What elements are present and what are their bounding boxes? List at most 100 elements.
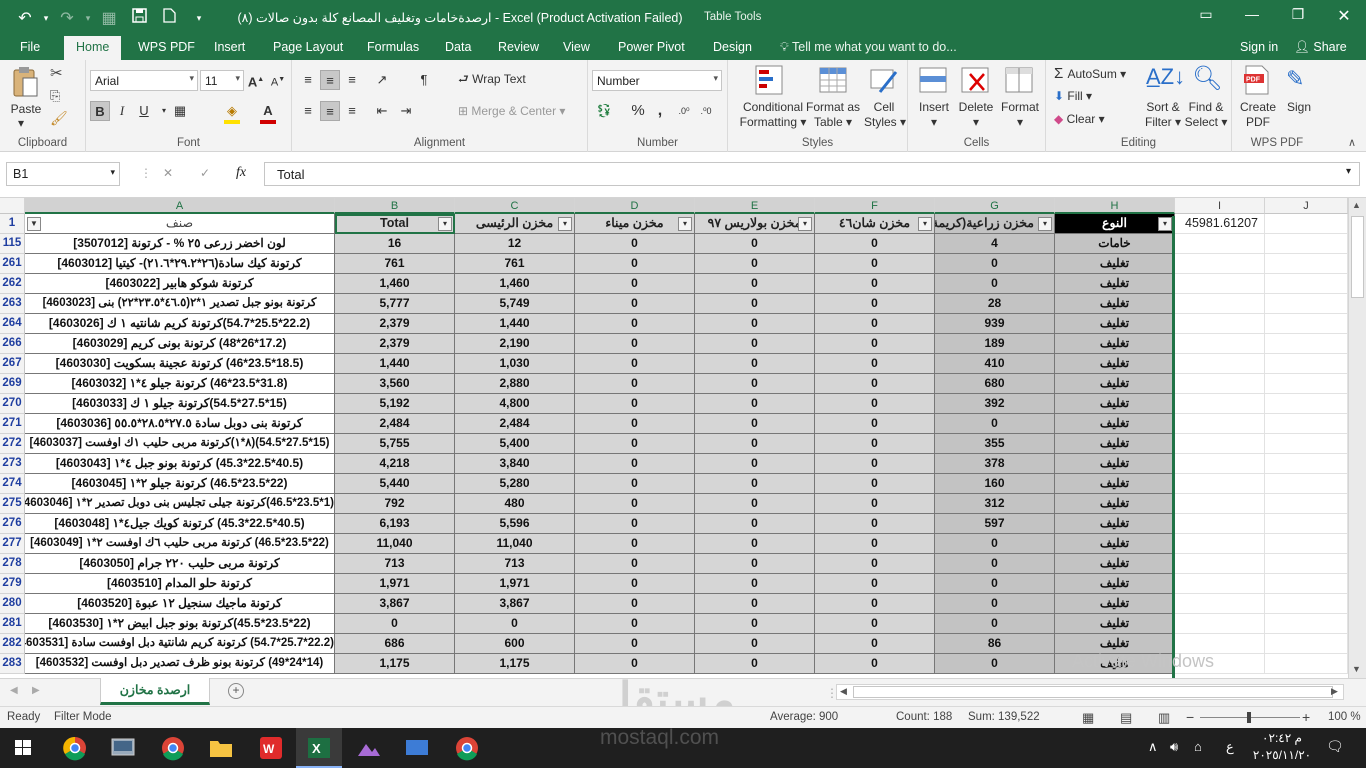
column-header-j[interactable]: J: [1265, 198, 1348, 214]
table-cell-e[interactable]: 0: [695, 474, 815, 494]
table-cell-c[interactable]: 1,460: [455, 274, 575, 294]
restore-button[interactable]: ❐: [1284, 6, 1312, 30]
table-cell-g[interactable]: 0: [935, 414, 1055, 434]
table-cell-h[interactable]: تغليف: [1055, 474, 1175, 494]
table-cell-b[interactable]: 5,777: [335, 294, 455, 314]
table-cell-b[interactable]: 2,379: [335, 334, 455, 354]
table-cell-e[interactable]: 0: [695, 514, 815, 534]
clear-button[interactable]: ◆ Clear ▾: [1054, 112, 1105, 127]
filter-dropdown-icon[interactable]: ▾: [918, 217, 932, 231]
table-header-d[interactable]: مخزن ميناء ▾: [575, 214, 695, 234]
decrease-decimal-icon[interactable]: .⁰0: [696, 101, 716, 121]
table-cell-g[interactable]: 0: [935, 574, 1055, 594]
zoom-out-icon[interactable]: −: [1186, 709, 1194, 725]
table-cell-j[interactable]: [1265, 634, 1348, 654]
item-name-cell[interactable]: (18.5*23.5*46) كرتونة عجينة بسكويت [4603…: [25, 354, 335, 374]
table-cell-c[interactable]: 2,190: [455, 334, 575, 354]
table-cell-f[interactable]: 0: [815, 274, 935, 294]
item-name-cell[interactable]: (22.2*25.5*54.7)كرتونة كريم شانتيه ١ ك […: [25, 314, 335, 334]
control-panel-icon[interactable]: [100, 728, 146, 768]
merge-center-button[interactable]: ⊞ Merge & Center ▾: [458, 104, 565, 119]
item-name-cell[interactable]: (17.2*26*48) كرتونة بونى كريم [4603029]: [25, 334, 335, 354]
table-cell-h[interactable]: تغليف: [1055, 394, 1175, 414]
font-size-combo[interactable]: 11 ▾: [200, 70, 244, 91]
item-name-cell[interactable]: (40.5*22.5*45.3) كرتونة بونو جبل ٤*١ [46…: [25, 454, 335, 474]
table-cell-c[interactable]: 761: [455, 254, 575, 274]
table-cell-g[interactable]: 0: [935, 654, 1055, 674]
table-cell-i[interactable]: [1175, 274, 1265, 294]
table-cell-e[interactable]: 0: [695, 414, 815, 434]
table-cell-d[interactable]: 0: [575, 514, 695, 534]
align-top-icon[interactable]: ≡: [298, 70, 318, 90]
vertical-scroll-thumb[interactable]: [1351, 216, 1364, 298]
table-cell-f[interactable]: 0: [815, 234, 935, 254]
table-cell-i[interactable]: [1175, 594, 1265, 614]
item-name-cell[interactable]: كرتونة ماجيك سنجيل ١٢ عبوة [4603520]: [25, 594, 335, 614]
table-header-f[interactable]: مخزن شان٤٦ ▾: [815, 214, 935, 234]
table-cell-h[interactable]: تغليف: [1055, 334, 1175, 354]
item-name-cell[interactable]: (31.8*23.5*46) كرتونة جيلو ٤*١ [4603032]: [25, 374, 335, 394]
align-middle-icon[interactable]: ≡: [320, 70, 340, 90]
table-cell-j[interactable]: [1265, 654, 1348, 674]
row-header[interactable]: 261: [0, 254, 25, 274]
table-cell-i[interactable]: [1175, 334, 1265, 354]
table-cell-b[interactable]: 5,192: [335, 394, 455, 414]
table-cell-e[interactable]: 0: [695, 454, 815, 474]
save-icon[interactable]: [124, 8, 154, 28]
format-as-table-icon[interactable]: [818, 64, 848, 99]
tab-data[interactable]: Data: [445, 40, 471, 54]
sort-filter-icon[interactable]: A̲Z↓: [1146, 64, 1185, 90]
table-cell-g[interactable]: 0: [935, 534, 1055, 554]
close-button[interactable]: ✕: [1330, 6, 1358, 30]
chrome-icon[interactable]: [52, 728, 98, 768]
table-cell-i[interactable]: [1175, 234, 1265, 254]
table-cell-f[interactable]: 0: [815, 654, 935, 674]
table-cell-h[interactable]: تغليف: [1055, 594, 1175, 614]
create-pdf-button[interactable]: Create PDF: [1238, 100, 1278, 130]
table-cell-b[interactable]: 2,484: [335, 414, 455, 434]
table-cell-j[interactable]: [1265, 474, 1348, 494]
clock-time[interactable]: م ٠٢:٤٢: [1254, 731, 1310, 745]
table-cell-h[interactable]: تغليف: [1055, 494, 1175, 514]
table-cell-h[interactable]: تغليف: [1055, 614, 1175, 634]
start-button[interactable]: [0, 728, 46, 768]
table-cell-j[interactable]: [1265, 314, 1348, 334]
table-cell-c[interactable]: 1,030: [455, 354, 575, 374]
row-header[interactable]: 271: [0, 414, 25, 434]
sort-filter-button[interactable]: Sort & Filter ▾: [1142, 100, 1184, 130]
font-name-combo[interactable]: Arial ▾: [90, 70, 198, 91]
table-header-a[interactable]: صنف ▼: [25, 214, 335, 234]
table-cell-b[interactable]: 1,460: [335, 274, 455, 294]
table-cell-b[interactable]: 0: [335, 614, 455, 634]
table-cell-e[interactable]: 0: [695, 354, 815, 374]
cell-b1-selected[interactable]: Total ▾: [335, 214, 455, 234]
table-cell-i[interactable]: [1175, 314, 1265, 334]
table-cell-g[interactable]: 160: [935, 474, 1055, 494]
increase-indent-icon[interactable]: ⇥: [396, 101, 416, 121]
row-header[interactable]: 270: [0, 394, 25, 414]
table-cell-c[interactable]: 4,800: [455, 394, 575, 414]
scroll-right-icon[interactable]: ▶: [1331, 686, 1338, 697]
column-header-a[interactable]: A: [25, 198, 335, 214]
next-sheet-icon[interactable]: ▶: [32, 685, 40, 696]
create-pdf-icon[interactable]: PDF: [1242, 64, 1272, 99]
name-box[interactable]: B1 ▾: [6, 162, 120, 186]
collapse-ribbon-icon[interactable]: ∧: [1348, 136, 1356, 149]
table-cell-h[interactable]: تغليف: [1055, 634, 1175, 654]
table-cell-h[interactable]: تغليف: [1055, 514, 1175, 534]
autosum-button[interactable]: Σ AutoSum ▾: [1054, 66, 1126, 82]
table-cell-d[interactable]: 0: [575, 294, 695, 314]
comma-style-button[interactable]: ,: [650, 101, 670, 121]
photos-icon[interactable]: [346, 728, 392, 768]
table-cell-e[interactable]: 0: [695, 334, 815, 354]
table-cell-h[interactable]: تغليف: [1055, 294, 1175, 314]
item-name-cell[interactable]: لون اخضر زرعى ٢٥ % - كرتونة [3507012]: [25, 234, 335, 254]
tab-page-layout[interactable]: Page Layout: [273, 40, 343, 54]
network-icon[interactable]: ⌂: [1194, 739, 1202, 754]
row-header[interactable]: 263: [0, 294, 25, 314]
tab-formulas[interactable]: Formulas: [367, 40, 419, 54]
table-cell-c[interactable]: 12: [455, 234, 575, 254]
table-header-e[interactable]: مخزن بولاريس ٩٧ ▾: [695, 214, 815, 234]
column-header-f[interactable]: F: [815, 198, 935, 214]
add-sheet-icon[interactable]: +: [228, 683, 244, 699]
